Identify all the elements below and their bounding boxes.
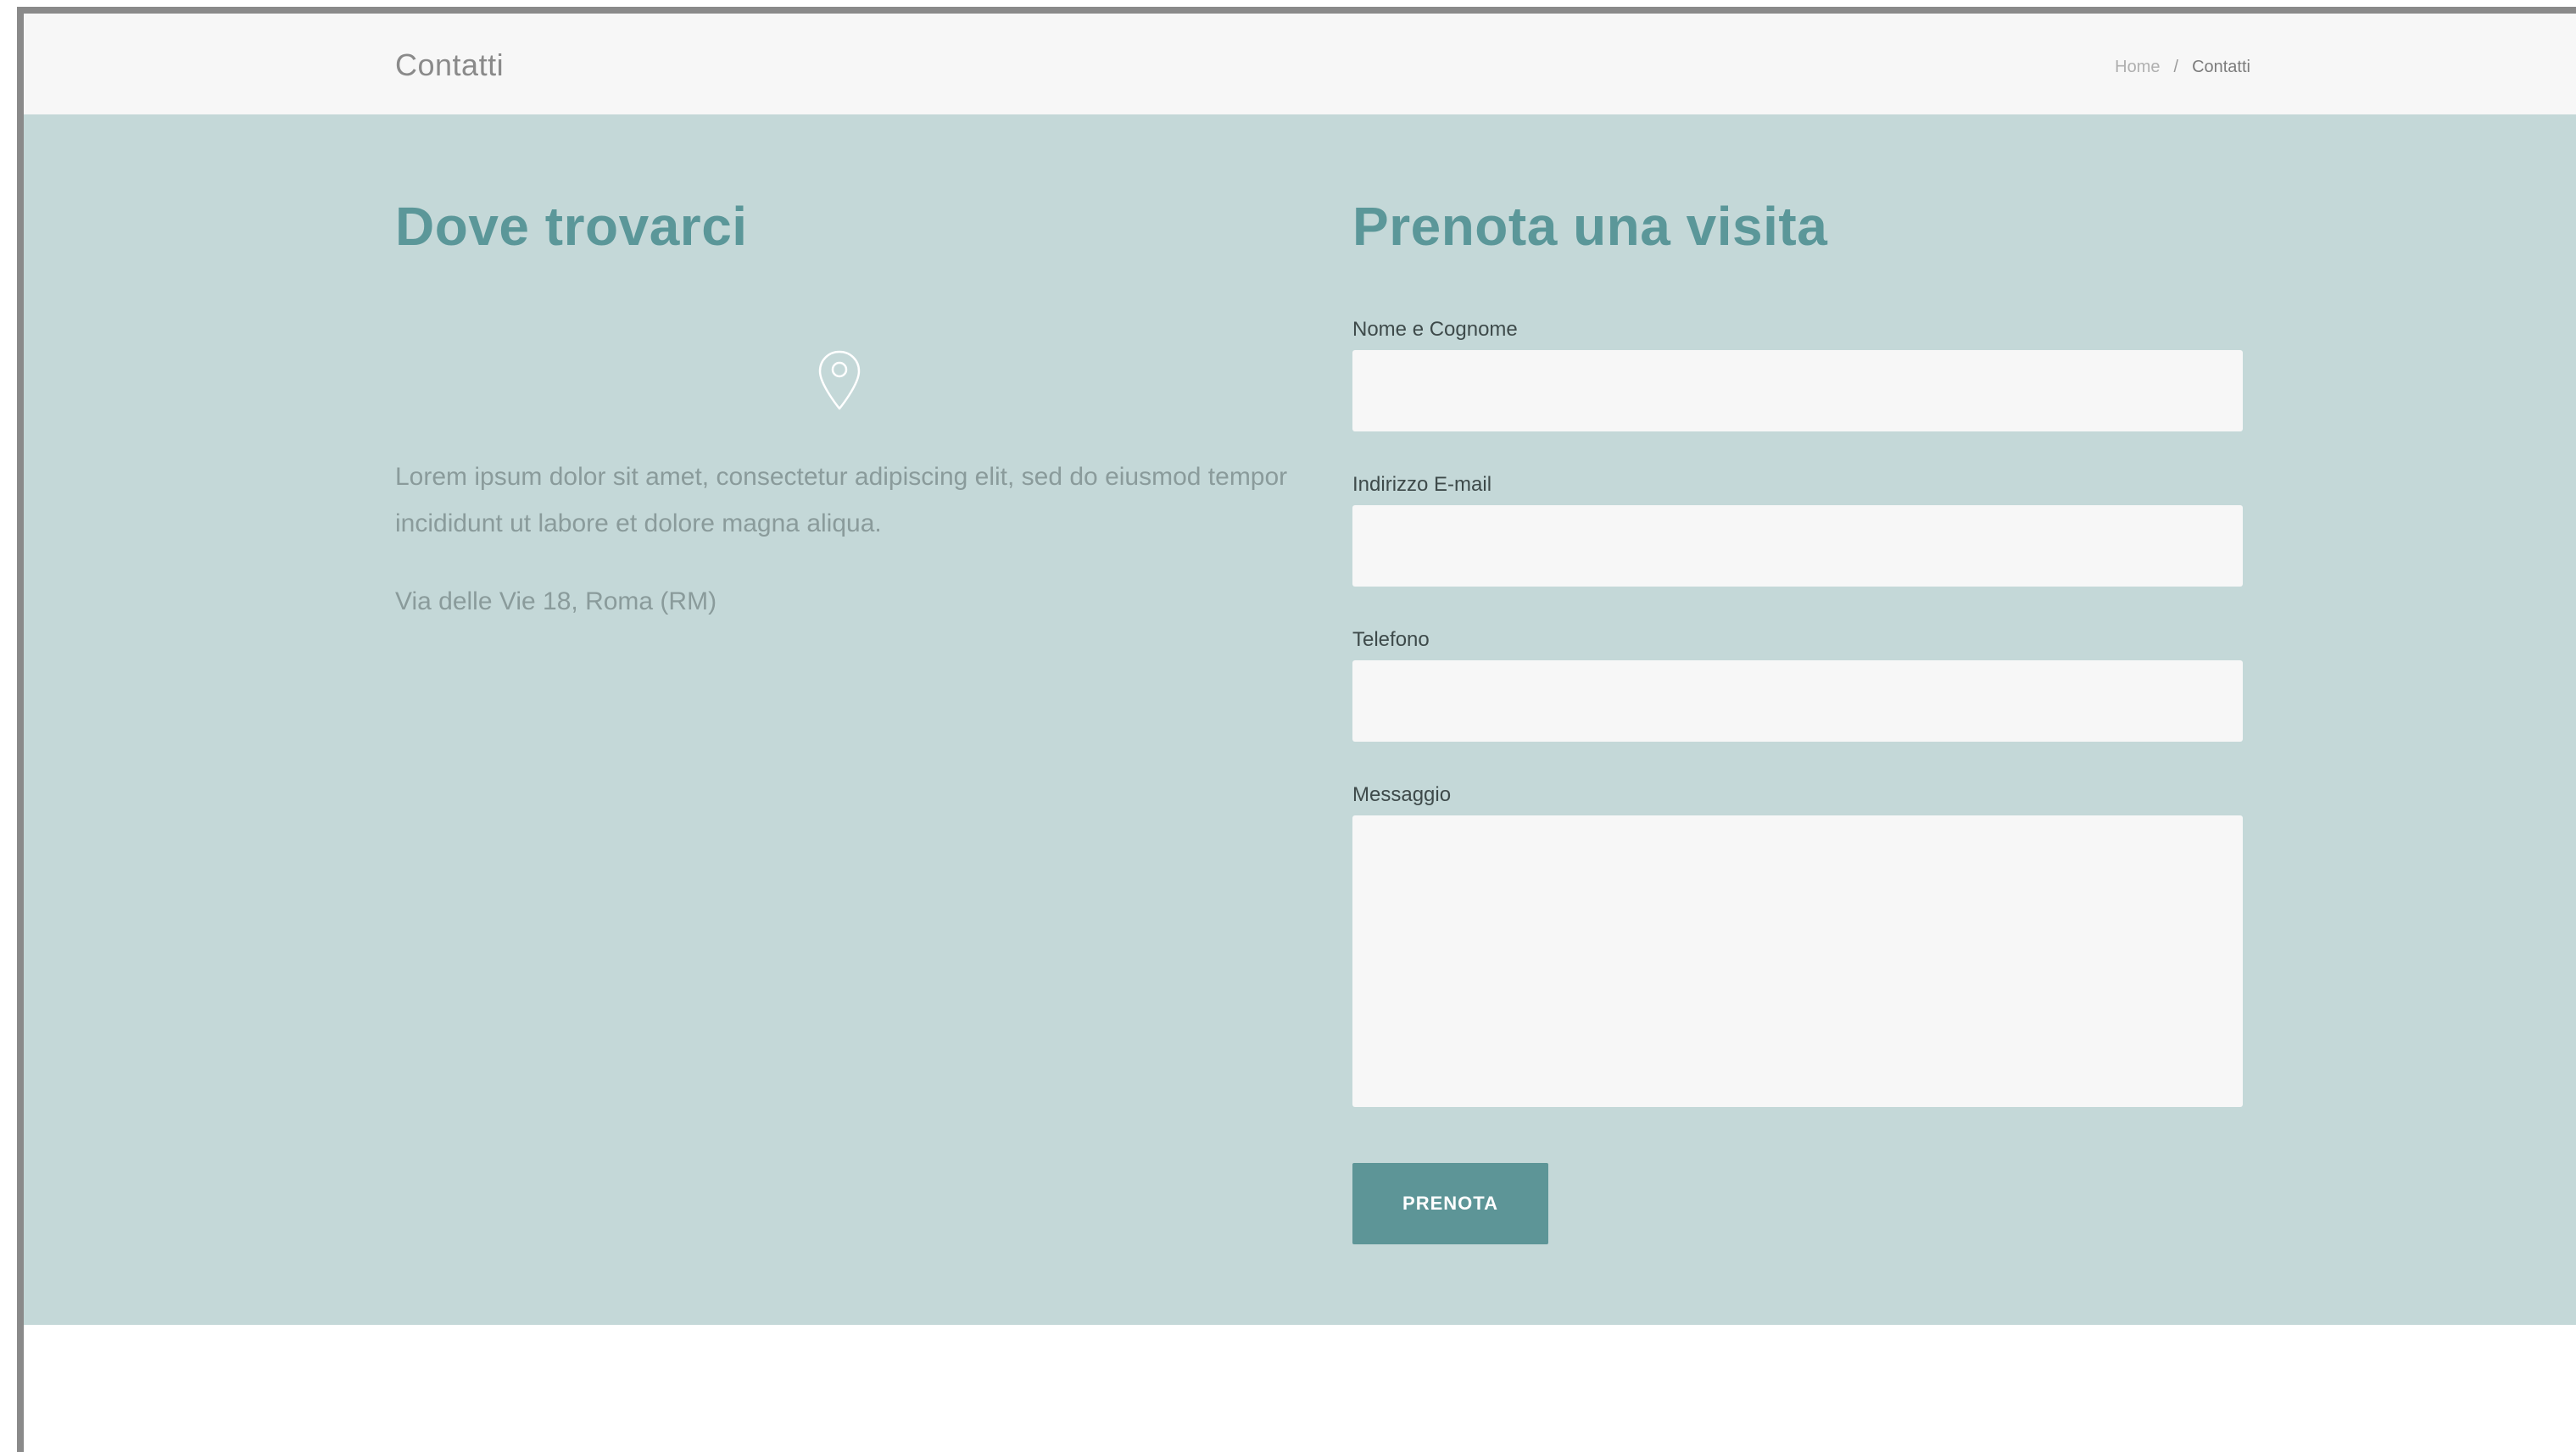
page-title: Contatti <box>395 47 505 82</box>
breadcrumb-home-link[interactable]: Home <box>2115 58 2160 77</box>
phone-input[interactable] <box>1352 660 2243 742</box>
breadcrumb: Home / Contatti <box>2115 58 2250 77</box>
email-input[interactable] <box>1352 505 2243 587</box>
location-address: Via delle Vie 18, Roma (RM) <box>395 587 717 615</box>
window-left-border <box>17 7 24 1452</box>
window-top-border <box>17 7 2576 14</box>
breadcrumb-current: Contatti <box>2192 58 2250 76</box>
name-field-group: Nome e Cognome <box>1352 318 2243 431</box>
location-description: Lorem ipsum dolor sit amet, consectetur … <box>395 463 1288 537</box>
submit-booking-button[interactable]: PRENOTA <box>1352 1163 1548 1244</box>
email-label: Indirizzo E-mail <box>1352 473 1492 496</box>
breadcrumb-separator: / <box>2173 58 2179 76</box>
phone-label: Telefono <box>1352 628 1430 651</box>
phone-field-group: Telefono <box>1352 628 2243 742</box>
message-field-group: Messaggio <box>1352 783 2243 1107</box>
email-field-group: Indirizzo E-mail <box>1352 473 2243 587</box>
page: Contatti Home / Contatti Dove trovarci L… <box>0 0 2576 1452</box>
booking-form: Prenota una visita Nome e Cognome Indiri… <box>1352 196 2243 1244</box>
name-label: Nome e Cognome <box>1352 318 1518 341</box>
contact-section: Dove trovarci Lorem ipsum dolor sit amet… <box>24 114 2576 1325</box>
message-label: Messaggio <box>1352 783 1452 806</box>
booking-heading: Prenota una visita <box>1352 196 1828 257</box>
location-heading: Dove trovarci <box>395 196 748 257</box>
location-column: Dove trovarci Lorem ipsum dolor sit amet… <box>395 196 1294 615</box>
page-header: Contatti Home / Contatti <box>24 14 2576 114</box>
map-pin-icon <box>816 348 863 413</box>
message-textarea[interactable] <box>1352 815 2243 1107</box>
name-input[interactable] <box>1352 350 2243 431</box>
